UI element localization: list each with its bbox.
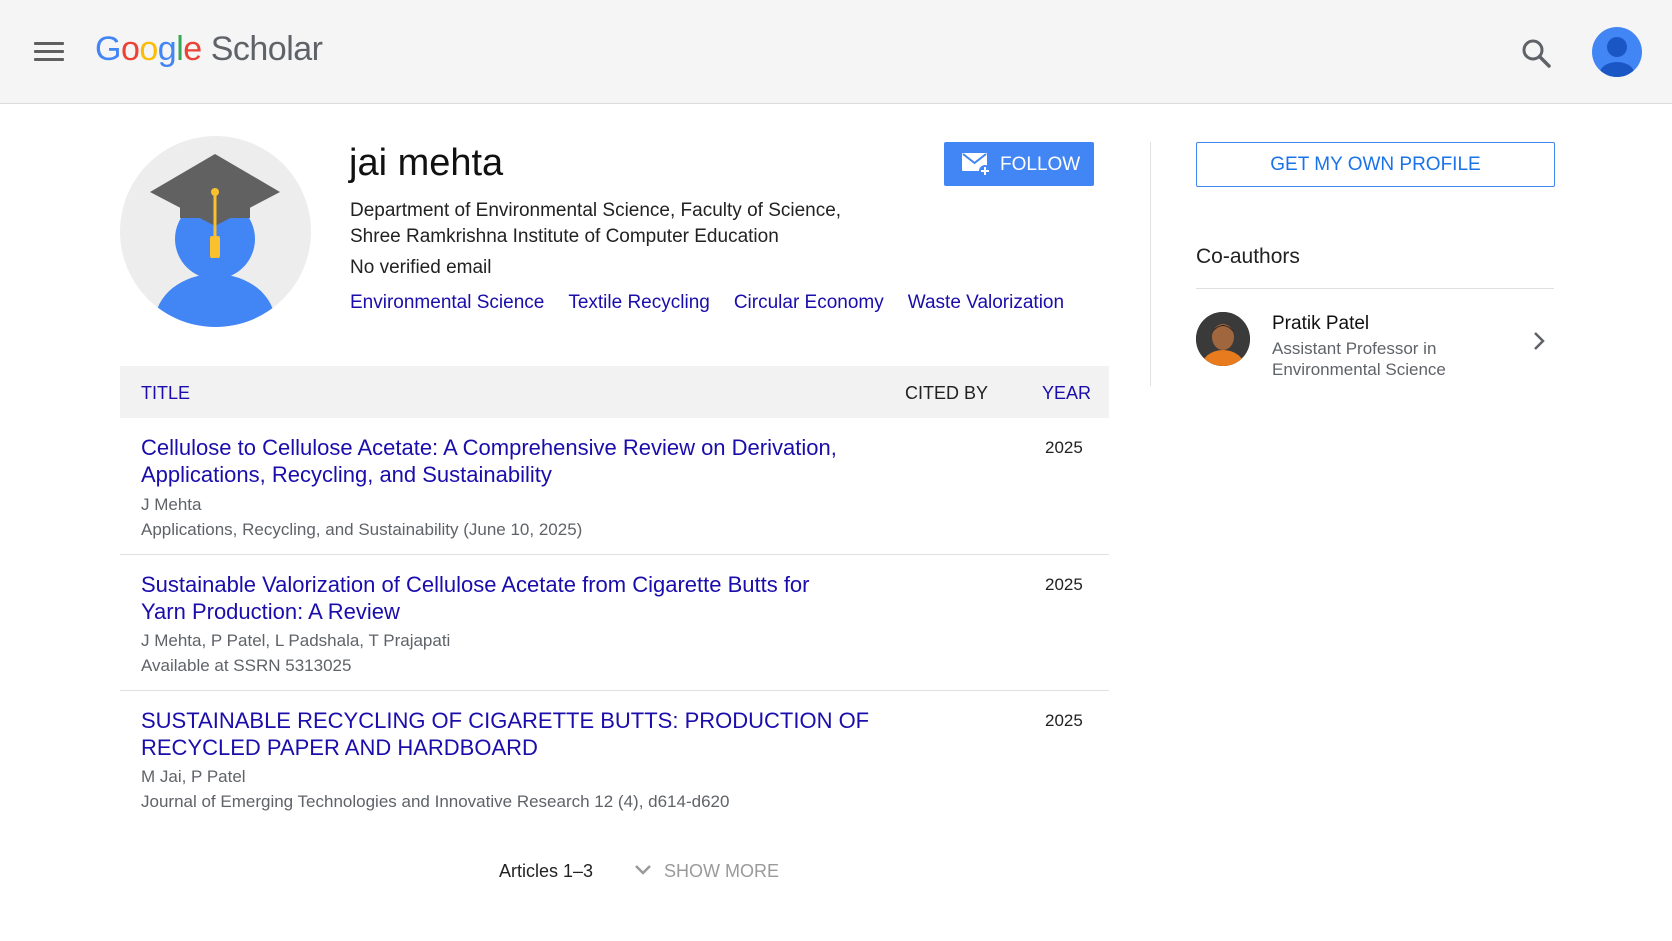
search-icon[interactable] bbox=[1520, 37, 1552, 69]
logo-letter-e: e bbox=[183, 30, 202, 68]
table-row: SUSTAINABLE RECYCLING OF CIGARETTE BUTTS… bbox=[120, 691, 1109, 827]
get-my-own-profile-button[interactable]: GET MY OWN PROFILE bbox=[1196, 142, 1555, 187]
chevron-right-icon bbox=[1534, 332, 1545, 350]
profile-affiliation: Department of Environmental Science, Fac… bbox=[350, 198, 841, 250]
column-divider bbox=[1150, 142, 1151, 386]
account-avatar-icon[interactable] bbox=[1592, 27, 1642, 77]
follow-button-label: FOLLOW bbox=[1000, 154, 1081, 175]
logo-scholar-text: Scholar bbox=[210, 30, 323, 68]
top-app-bar: Google Scholar bbox=[0, 0, 1672, 104]
article-title-link[interactable]: SUSTAINABLE RECYCLING OF CIGARETTE BUTTS… bbox=[141, 707, 881, 761]
article-title-link[interactable]: Cellulose to Cellulose Acetate: A Compre… bbox=[141, 434, 861, 488]
logo-letter-g2: g bbox=[157, 30, 177, 68]
article-venue: Available at SSRN 5313025 bbox=[141, 656, 352, 675]
article-year: 2025 bbox=[1045, 438, 1083, 457]
affiliation-line-2: Shree Ramkrishna Institute of Computer E… bbox=[350, 226, 779, 247]
logo-letter-o1: o bbox=[120, 30, 140, 68]
coauthors-divider bbox=[1196, 288, 1554, 289]
mail-plus-icon bbox=[962, 153, 991, 177]
table-row: Cellulose to Cellulose Acetate: A Compre… bbox=[120, 418, 1109, 555]
profile-name: jai mehta bbox=[349, 142, 504, 184]
sort-by-year-header[interactable]: YEAR bbox=[1042, 383, 1091, 404]
show-more-label: SHOW MORE bbox=[664, 861, 779, 881]
logo-letter-o2: o bbox=[139, 30, 158, 68]
sort-by-title-header[interactable]: TITLE bbox=[141, 383, 190, 404]
coauthor-affiliation: Assistant Professor in Environmental Sci… bbox=[1272, 339, 1446, 379]
interest-link-environmental-science[interactable]: Environmental Science bbox=[350, 292, 544, 313]
table-row: Sustainable Valorization of Cellulose Ac… bbox=[120, 555, 1109, 691]
coauthors-heading: Co-authors bbox=[1196, 245, 1300, 268]
chevron-down-icon bbox=[635, 865, 651, 875]
research-interests: Environmental Science Textile Recycling Ci… bbox=[350, 292, 1088, 314]
article-authors: M Jai, P Patel bbox=[141, 767, 246, 786]
coauthor-avatar bbox=[1196, 312, 1250, 366]
articles-range: Articles 1–3 bbox=[499, 861, 594, 881]
article-authors: J Mehta bbox=[141, 495, 202, 514]
coauthor-item[interactable]: Pratik Patel Assistant Professor in Envi… bbox=[1196, 310, 1554, 382]
article-venue: Journal of Emerging Technologies and Inn… bbox=[141, 792, 730, 811]
article-title-link[interactable]: Sustainable Valorization of Cellulose Ac… bbox=[141, 571, 811, 625]
profile-photo-placeholder bbox=[120, 136, 311, 327]
logo-letter-g1: G bbox=[95, 30, 121, 68]
articles-table-header: TITLE CITED BY YEAR bbox=[120, 366, 1109, 418]
article-authors: J Mehta, P Patel, L Padshala, T Prajapat… bbox=[141, 631, 451, 650]
sort-by-cited-header[interactable]: CITED BY bbox=[905, 383, 988, 404]
article-venue: Applications, Recycling, and Sustainabil… bbox=[141, 520, 583, 539]
affiliation-line-1: Department of Environmental Science, Fac… bbox=[350, 200, 842, 221]
hamburger-menu-icon[interactable] bbox=[34, 42, 64, 62]
article-year: 2025 bbox=[1045, 575, 1083, 594]
google-scholar-logo[interactable]: Google Scholar bbox=[95, 30, 323, 69]
interest-link-textile-recycling[interactable]: Textile Recycling bbox=[568, 292, 710, 313]
email-status: No verified email bbox=[350, 257, 492, 278]
follow-button[interactable]: FOLLOW bbox=[944, 142, 1094, 186]
coauthor-name: Pratik Patel bbox=[1272, 313, 1370, 334]
interest-link-circular-economy[interactable]: Circular Economy bbox=[734, 292, 884, 313]
interest-link-waste-valorization[interactable]: Waste Valorization bbox=[908, 292, 1064, 313]
article-year: 2025 bbox=[1045, 711, 1083, 730]
